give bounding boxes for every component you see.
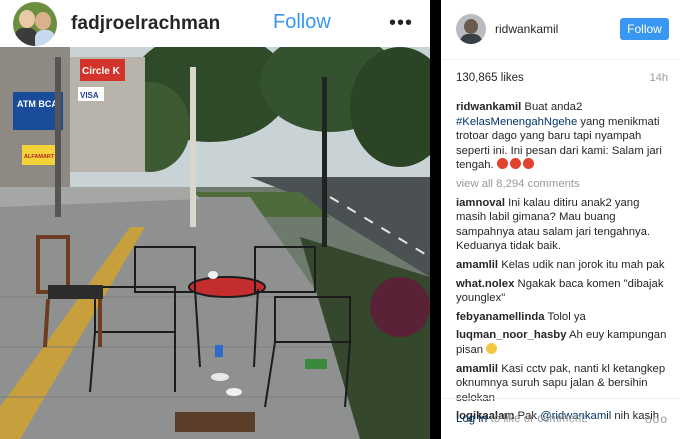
detail-more-icon[interactable]: ooo bbox=[645, 412, 668, 426]
caption-text-pre: Buat anda2 bbox=[521, 101, 583, 113]
sad-emoji-icon bbox=[486, 342, 498, 354]
post-author-avatar[interactable] bbox=[13, 2, 57, 46]
post-card: fadjroelrachman Follow ••• Circle K ATM … bbox=[0, 0, 430, 439]
detail-header: ridwankamil Follow bbox=[441, 0, 680, 60]
comment-item: iamnoval Ini kalau ditiru anak2 yang mas… bbox=[456, 196, 671, 254]
comment-username[interactable]: what.nolex bbox=[456, 278, 514, 290]
store-sign: ALFAMART bbox=[24, 154, 55, 160]
detail-author-avatar[interactable] bbox=[456, 14, 486, 44]
comment-username[interactable]: iamnoval bbox=[456, 197, 505, 209]
post-age: 14h bbox=[649, 72, 668, 84]
comments-list: ridwankamil Buat anda2 #KelasMenengahNge… bbox=[456, 100, 671, 428]
visa-sign: VISA bbox=[80, 91, 99, 100]
login-prompt: Log in to like or comment. bbox=[456, 413, 588, 425]
comment-username[interactable]: luqman_noor_hasby bbox=[456, 329, 566, 341]
comment-item: febyanamellinda Tolol ya bbox=[456, 310, 671, 325]
atm-bca-sign: ATM BCA bbox=[17, 99, 58, 109]
post-follow-button[interactable]: Follow bbox=[273, 11, 331, 34]
comment-item: amamlil Kelas udik nan jorok itu mah pak bbox=[456, 258, 671, 273]
comment-username[interactable]: amamlil bbox=[456, 363, 498, 375]
circle-k-sign: Circle K bbox=[82, 66, 121, 77]
angry-emoji-icon bbox=[496, 158, 508, 170]
detail-author-username[interactable]: ridwankamil bbox=[495, 22, 558, 36]
comment-text: Kelas udik nan jorok itu mah pak bbox=[498, 258, 665, 271]
comment-username[interactable]: amamlil bbox=[456, 259, 498, 271]
caption: ridwankamil Buat anda2 #KelasMenengahNge… bbox=[456, 100, 671, 173]
angry-emoji-icon bbox=[522, 158, 534, 170]
caption-hashtag[interactable]: #KelasMenengahNgehe bbox=[456, 116, 577, 128]
comment-item: luqman_noor_hasby Ah euy kampungan pisan bbox=[456, 328, 671, 357]
comment-username[interactable]: febyanamellinda bbox=[456, 311, 545, 323]
post-author-username[interactable]: fadjroelrachman bbox=[71, 13, 220, 35]
detail-follow-button[interactable]: Follow bbox=[620, 18, 669, 40]
caption-username[interactable]: ridwankamil bbox=[456, 101, 521, 113]
login-prompt-text: to like or comment. bbox=[487, 413, 588, 425]
detail-footer: Log in to like or comment. ooo bbox=[441, 398, 680, 439]
post-header: fadjroelrachman Follow ••• bbox=[0, 0, 430, 47]
login-link[interactable]: Log in bbox=[456, 413, 487, 425]
comment-text: Tolol ya bbox=[544, 310, 586, 323]
post-detail-panel: ridwankamil Follow 130,865 likes 14h rid… bbox=[441, 0, 680, 439]
comment-item: what.nolex Ngakak baca komen "dibajak yo… bbox=[456, 277, 671, 306]
instagram-post-view: fadjroelrachman Follow ••• Circle K ATM … bbox=[0, 0, 680, 439]
angry-emoji-icon bbox=[509, 158, 521, 170]
likes-count[interactable]: 130,865 likes bbox=[456, 72, 524, 84]
post-photo[interactable]: Circle K ATM BCA VISA ALFAMART bbox=[0, 47, 430, 439]
post-more-icon[interactable]: ••• bbox=[389, 12, 413, 35]
view-all-comments-link[interactable]: view all 8,294 comments bbox=[456, 177, 671, 192]
